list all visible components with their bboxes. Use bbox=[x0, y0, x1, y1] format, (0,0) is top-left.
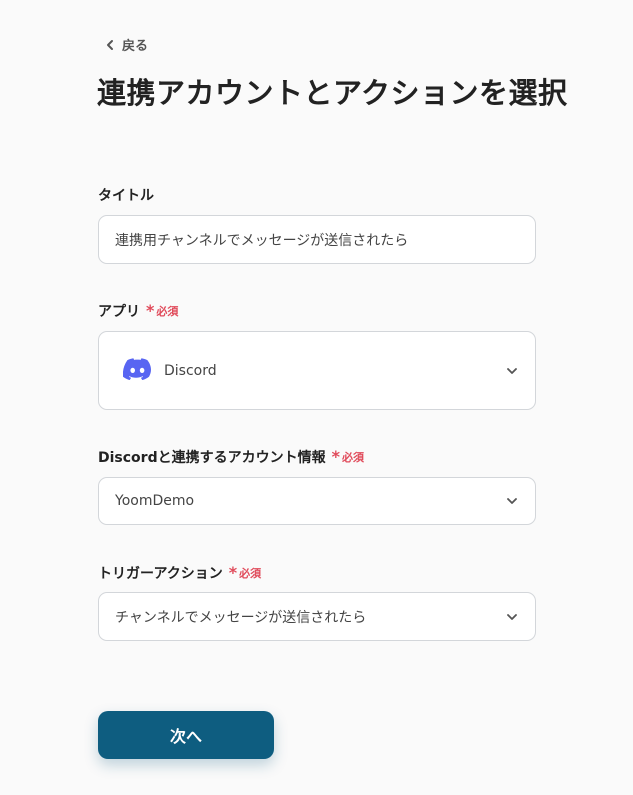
title-input-value: 連携用チャンネルでメッセージが送信されたら bbox=[115, 232, 409, 249]
chevron-down-icon bbox=[505, 364, 519, 378]
required-asterisk: * bbox=[146, 301, 155, 320]
title-label-text: タイトル bbox=[98, 188, 154, 204]
trigger-select[interactable]: チャンネルでメッセージが送信されたら bbox=[98, 592, 536, 641]
required-badge: * 必須 bbox=[229, 565, 261, 581]
page-title: 連携アカウントとアクションを選択 bbox=[97, 76, 568, 110]
trigger-field-label: トリガーアクション * 必須 bbox=[98, 563, 261, 583]
back-label: 戻る bbox=[122, 39, 149, 54]
title-input[interactable]: 連携用チャンネルでメッセージが送信されたら bbox=[98, 215, 536, 264]
chevron-down-icon bbox=[505, 610, 519, 624]
chevron-down-icon bbox=[505, 494, 519, 508]
account-label-text: Discordと連携するアカウント情報 bbox=[98, 450, 326, 466]
chevron-left-icon bbox=[104, 39, 116, 51]
required-badge: * 必須 bbox=[146, 303, 178, 319]
required-text: 必須 bbox=[239, 567, 262, 580]
required-badge: * 必須 bbox=[332, 449, 364, 465]
title-field-label: タイトル bbox=[98, 185, 154, 205]
discord-logo-icon bbox=[122, 357, 152, 384]
trigger-label-text: トリガーアクション bbox=[98, 566, 223, 582]
app-select-value: Discord bbox=[164, 362, 217, 379]
account-select[interactable]: YoomDemo bbox=[98, 477, 536, 525]
account-select-value: YoomDemo bbox=[115, 493, 195, 509]
page: 戻る 連携アカウントとアクションを選択 タイトル 連携用チャンネルでメッセージが… bbox=[0, 0, 633, 795]
required-text: 必須 bbox=[156, 305, 179, 318]
account-field-label: Discordと連携するアカウント情報 * 必須 bbox=[98, 447, 364, 467]
app-label-text: アプリ bbox=[98, 304, 140, 320]
required-asterisk: * bbox=[331, 447, 340, 466]
app-field-label: アプリ * 必須 bbox=[98, 301, 178, 321]
trigger-select-value: チャンネルでメッセージが送信されたら bbox=[115, 609, 367, 626]
back-link[interactable]: 戻る bbox=[104, 35, 148, 54]
app-select[interactable]: Discord bbox=[98, 331, 536, 410]
required-text: 必須 bbox=[341, 451, 364, 464]
required-asterisk: * bbox=[228, 563, 238, 582]
next-button[interactable]: 次へ bbox=[98, 711, 274, 759]
